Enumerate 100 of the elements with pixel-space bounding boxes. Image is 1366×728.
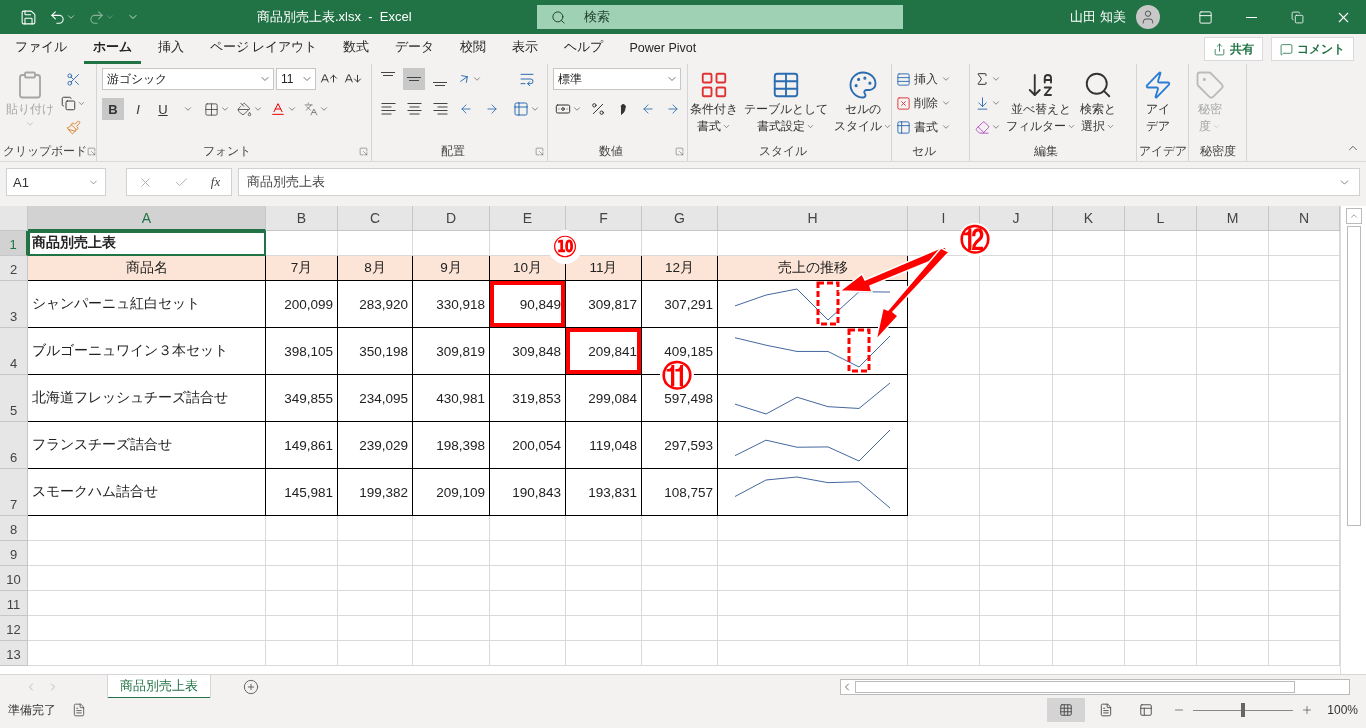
person-icon xyxy=(1140,9,1156,25)
title-cell[interactable]: 商品別売上表 xyxy=(28,231,266,256)
align-right-icon xyxy=(432,103,448,115)
column-header[interactable]: N xyxy=(1269,206,1340,231)
column-header[interactable]: A xyxy=(28,206,266,231)
row-header[interactable]: 11 xyxy=(0,591,28,616)
style-button[interactable]: テーブルとして 書式設定 xyxy=(743,68,829,136)
font-size-field[interactable]: 11 xyxy=(276,68,316,90)
editing-button[interactable]: 並べ替えと フィルター xyxy=(1005,68,1077,136)
ideas-button[interactable]: アイ デア xyxy=(1142,68,1174,136)
row-header[interactable]: 6 xyxy=(0,422,28,469)
vertical-align-button[interactable] xyxy=(403,68,425,90)
row-header[interactable]: 3 xyxy=(0,281,28,328)
column-header[interactable]: F xyxy=(566,206,642,231)
column-header[interactable]: C xyxy=(338,206,413,231)
ribbon-tab[interactable]: ページ レイアウト xyxy=(201,34,327,64)
eraser-icon xyxy=(974,119,990,135)
row-header[interactable]: 9 xyxy=(0,541,28,566)
paintbrush-icon xyxy=(66,119,81,135)
cells-button[interactable]: 書式 xyxy=(894,116,953,138)
column-header[interactable]: D xyxy=(413,206,490,231)
zoom-thumb[interactable] xyxy=(1241,703,1246,717)
name-box[interactable]: A1 xyxy=(6,168,106,196)
column-header[interactable]: G xyxy=(642,206,718,231)
row-header[interactable]: 1 xyxy=(0,231,28,256)
zoom-percent: 100% xyxy=(1327,703,1358,717)
column-heading-cell: 9月 xyxy=(413,256,490,281)
rows-icon xyxy=(896,71,911,87)
row-header[interactable]: 5 xyxy=(0,375,28,422)
page-icon xyxy=(1099,703,1114,717)
normal-view-button[interactable] xyxy=(1047,698,1086,722)
row-header[interactable]: 2 xyxy=(0,256,28,281)
caret-icon xyxy=(472,74,482,84)
column-header[interactable]: E xyxy=(490,206,566,231)
editing-button[interactable]: 検索と 選択 xyxy=(1079,68,1117,136)
merge-icon xyxy=(513,101,529,117)
sales-cell: 349,855 xyxy=(266,375,338,422)
ribbon-tab[interactable]: 校閲 xyxy=(451,34,496,64)
sales-cell: 319,853 xyxy=(490,375,566,422)
horizontal-scrollbar[interactable] xyxy=(840,678,1350,695)
search-field[interactable]: 検索 xyxy=(537,5,903,29)
ribbon-tab[interactable]: 表示 xyxy=(503,34,548,64)
ribbon-tab[interactable]: データ xyxy=(386,34,444,64)
caret-icon xyxy=(105,12,115,22)
table-icon xyxy=(771,70,801,100)
style-button[interactable]: セルの スタイル xyxy=(833,68,891,136)
ribbon-tab[interactable]: ヘルプ xyxy=(555,34,613,64)
caret-icon xyxy=(941,98,951,108)
number-format-field[interactable]: 標準 xyxy=(553,68,681,90)
comment-button[interactable]: コメント xyxy=(1271,37,1354,61)
row-header[interactable]: 10 xyxy=(0,566,28,591)
avatar[interactable] xyxy=(1136,5,1160,29)
comma-icon xyxy=(620,103,626,115)
search-icon xyxy=(1083,70,1113,100)
redo-icon xyxy=(88,8,105,26)
share-button[interactable]: 共有 xyxy=(1204,37,1263,61)
font-style-button[interactable]: B xyxy=(102,98,124,120)
row-header[interactable]: 4 xyxy=(0,328,28,375)
font-style-button[interactable]: I xyxy=(127,98,149,120)
column-heading-cell: 8月 xyxy=(338,256,413,281)
font-name-field[interactable]: 游ゴシック xyxy=(102,68,274,90)
sales-cell: 193,831 xyxy=(566,469,642,516)
left-arrow-icon xyxy=(641,102,655,116)
column-header[interactable]: H xyxy=(718,206,908,231)
panel-icon xyxy=(1197,9,1213,25)
style-button[interactable]: 条件付き 書式 xyxy=(689,68,739,136)
cells-button[interactable]: 削除 xyxy=(894,92,953,114)
grid-icon xyxy=(1059,703,1074,717)
sheet-tab[interactable]: 商品別売上表 xyxy=(108,674,210,699)
caret-icon xyxy=(1212,122,1221,131)
right-arrow-icon xyxy=(666,102,680,116)
caret-icon xyxy=(941,122,951,132)
column-header[interactable]: M xyxy=(1197,206,1269,231)
formula-field[interactable]: 商品別売上表 xyxy=(238,168,1360,196)
ribbon-tab[interactable]: ファイル xyxy=(6,34,76,64)
sales-cell: 234,095 xyxy=(338,375,413,422)
product-cell: スモークハム詰合せ xyxy=(28,469,266,516)
column-header[interactable]: K xyxy=(1053,206,1125,231)
row-header[interactable]: 13 xyxy=(0,641,28,666)
row-header[interactable]: 8 xyxy=(0,516,28,541)
caret-icon xyxy=(220,104,230,114)
add-icon xyxy=(243,678,259,695)
cells-button[interactable]: 挿入 xyxy=(894,68,953,90)
row-header[interactable]: 7 xyxy=(0,469,28,516)
column-header[interactable]: B xyxy=(266,206,338,231)
row-header[interactable]: 12 xyxy=(0,616,28,641)
group-label: アイデア xyxy=(1137,143,1188,159)
sales-cell: 239,029 xyxy=(338,422,413,469)
search-icon xyxy=(551,9,566,25)
ribbon-tab[interactable]: 挿入 xyxy=(149,34,193,64)
ribbon-tab[interactable]: 数式 xyxy=(334,34,379,64)
ribbon-tab[interactable]: Power Pivot xyxy=(620,34,706,64)
caret-icon xyxy=(941,74,951,84)
scroll-up-button[interactable] xyxy=(1345,208,1362,224)
product-cell: ブルゴーニュワイン３本セット xyxy=(28,328,266,375)
column-header[interactable]: L xyxy=(1125,206,1197,231)
caret-icon xyxy=(990,122,1001,132)
scroll-thumb[interactable] xyxy=(1346,226,1361,526)
caret-icon xyxy=(806,122,815,131)
font-style-button[interactable]: U xyxy=(152,98,174,120)
